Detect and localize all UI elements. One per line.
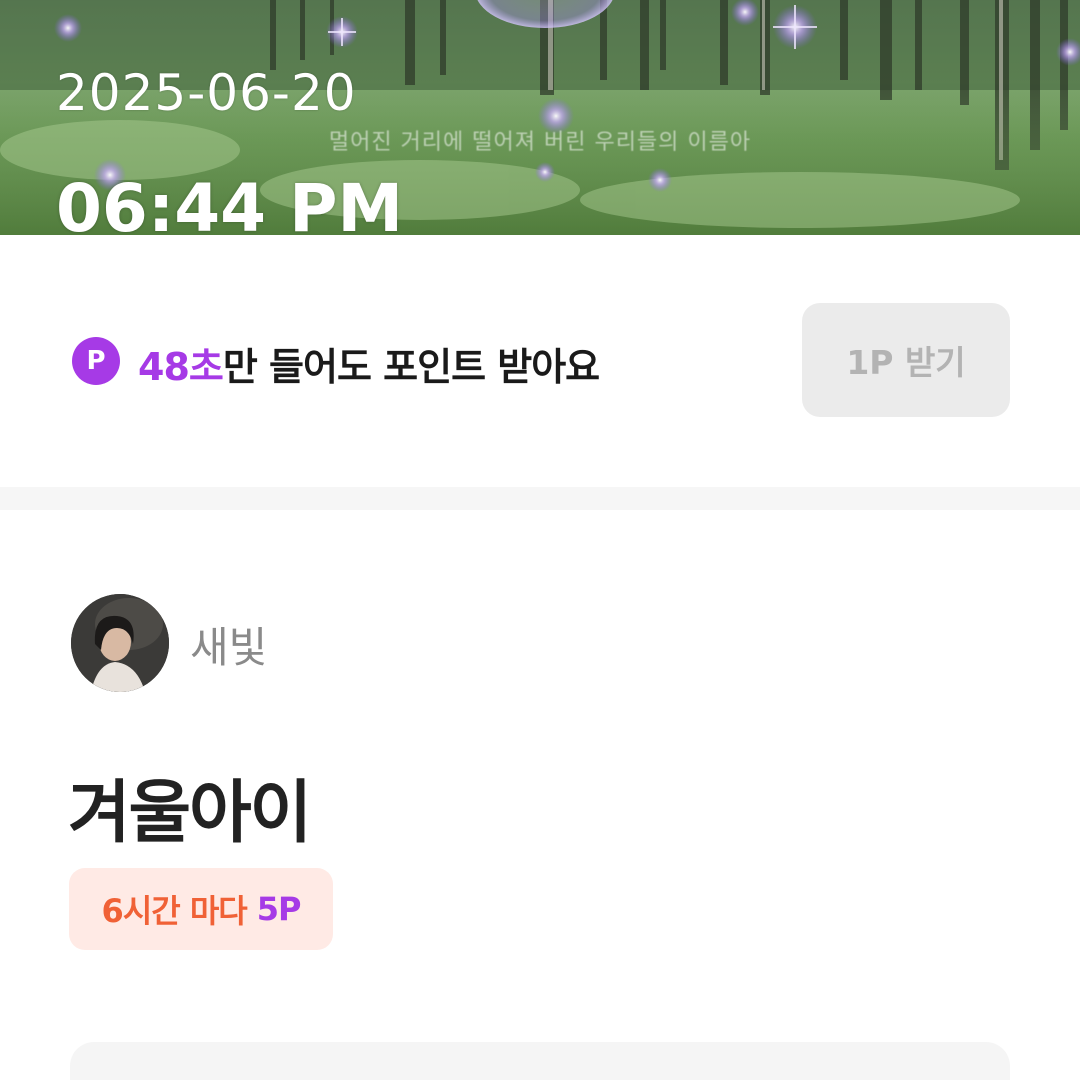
point-seconds: 48초: [138, 345, 224, 389]
point-icon: P: [72, 337, 120, 385]
time-overlay: 06:44 PM: [56, 170, 404, 235]
artist-photo-image: [71, 594, 169, 692]
lyric-line: 멀어진 거리에 떨어져 버린 우리들의 이름아: [328, 130, 752, 155]
point-message: 48초만 들어도 포인트 받아요: [138, 336, 600, 391]
song-title: 겨울아이: [68, 774, 312, 853]
reward-badge: 6시간 마다 5P: [69, 868, 333, 950]
app-screen: 멀어진 거리에 떨어져 버린 우리들의 이름아 2025-06-20 06:44…: [0, 0, 1080, 1080]
section-divider: [0, 487, 1080, 510]
point-message-text: 만 들어도 포인트 받아요: [222, 345, 600, 389]
date-overlay: 2025-06-20: [56, 64, 357, 122]
artist-avatar[interactable]: [71, 594, 169, 692]
reward-points: 5P: [256, 890, 302, 928]
artist-name[interactable]: 새빛: [190, 614, 267, 675]
bottom-card: [70, 1042, 1010, 1080]
video-player[interactable]: 멀어진 거리에 떨어져 버린 우리들의 이름아 2025-06-20 06:44…: [0, 0, 1080, 235]
claim-point-button[interactable]: 1P 받기: [802, 303, 1010, 417]
reward-interval: 6시간 마다: [101, 892, 248, 930]
